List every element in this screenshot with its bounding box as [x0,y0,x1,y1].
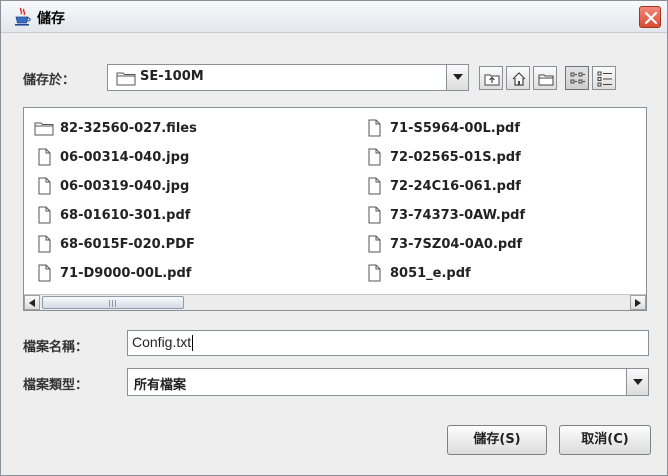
list-item[interactable]: 71-D9000-00L.pdf [34,262,191,284]
chevron-down-icon [453,74,463,80]
file-icon [38,177,51,195]
up-folder-button[interactable] [479,66,503,90]
look-in-dropdown-button[interactable] [446,65,468,90]
arrow-left-icon [29,299,35,307]
file-type-label: 檔案類型： [23,378,89,393]
java-cup-icon [15,7,31,26]
home-icon [512,72,526,86]
chevron-down-icon [633,379,643,385]
file-name: 82-32560-027.files [60,120,197,136]
file-icon [38,264,51,282]
list-item[interactable]: 8051_e.pdf [364,262,471,284]
folder-icon [34,122,54,136]
file-type-value: 所有檔案 [134,378,187,393]
list-view-icon [570,72,585,84]
file-name: 71-D9000-00L.pdf [60,265,192,281]
list-item[interactable]: 71-S5964-00L.pdf [364,117,520,139]
scroll-thumb[interactable] [42,296,184,309]
file-name: 68-01610-301.pdf [60,207,191,223]
file-name-value: Config.txt [132,334,192,350]
list-item[interactable]: 06-00314-040.jpg [34,146,189,168]
scroll-right-button[interactable] [630,295,646,310]
file-icon [368,148,381,166]
list-view-button[interactable] [565,66,589,90]
file-icon [38,148,51,166]
file-icon [38,206,51,224]
file-name: 72-24C16-061.pdf [390,178,521,194]
cancel-button[interactable]: 取消(C) [559,425,651,455]
close-icon [644,11,658,25]
list-item[interactable]: 06-00319-040.jpg [34,175,189,197]
file-name: 68-6015F-020.PDF [60,236,195,252]
file-name: 06-00319-040.jpg [60,178,190,194]
list-item[interactable]: 68-6015F-020.PDF [34,233,195,255]
list-item[interactable]: 72-02565-01S.pdf [364,146,521,168]
look-in-combo[interactable]: SE-100M [107,64,469,91]
list-item[interactable]: 73-7SZ04-0A0.pdf [364,233,522,255]
file-type-dropdown-button[interactable] [626,369,648,395]
look-in-label: 儲存於： [23,73,76,88]
folder-icon [116,72,136,86]
file-name: 06-00314-040.jpg [60,149,190,165]
file-name: 8051_e.pdf [390,265,471,281]
save-dialog: 儲存 儲存於： SE-100M 82-32560-027.files 06-00… [0,0,668,476]
scroll-left-button[interactable] [24,295,40,310]
close-button[interactable] [639,6,661,28]
file-name: 71-S5964-00L.pdf [390,120,521,136]
details-view-icon [597,71,612,87]
home-button[interactable] [506,66,530,90]
new-folder-icon [538,74,554,86]
file-icon [368,264,381,282]
file-name: 72-02565-01S.pdf [390,149,521,165]
file-type-combo[interactable]: 所有檔案 [127,368,649,396]
save-button[interactable]: 儲存(S) [447,425,547,455]
window-title: 儲存 [37,11,65,27]
details-view-button[interactable] [592,66,616,90]
file-list[interactable]: 82-32560-027.files 06-00314-040.jpg 06-0… [23,107,647,311]
list-item[interactable]: 73-74373-0AW.pdf [364,204,525,226]
file-name-input[interactable]: Config.txt [127,330,649,356]
list-item[interactable]: 68-01610-301.pdf [34,204,190,226]
list-item[interactable]: 72-24C16-061.pdf [364,175,521,197]
arrow-right-icon [635,299,641,307]
file-icon [368,119,381,137]
file-icon [38,235,51,253]
up-folder-icon [484,74,500,86]
text-caret [192,335,194,352]
file-icon [368,235,381,253]
file-name: 73-7SZ04-0A0.pdf [390,236,523,252]
list-item[interactable]: 82-32560-027.files [34,117,197,139]
file-name: 73-74373-0AW.pdf [390,207,526,223]
title-bar[interactable]: 儲存 [1,1,667,33]
new-folder-button[interactable] [533,66,557,90]
file-icon [368,206,381,224]
file-icon [368,177,381,195]
look-in-value: SE-100M [140,69,204,84]
horizontal-scrollbar[interactable] [24,294,646,310]
file-name-label: 檔案名稱： [23,340,89,355]
